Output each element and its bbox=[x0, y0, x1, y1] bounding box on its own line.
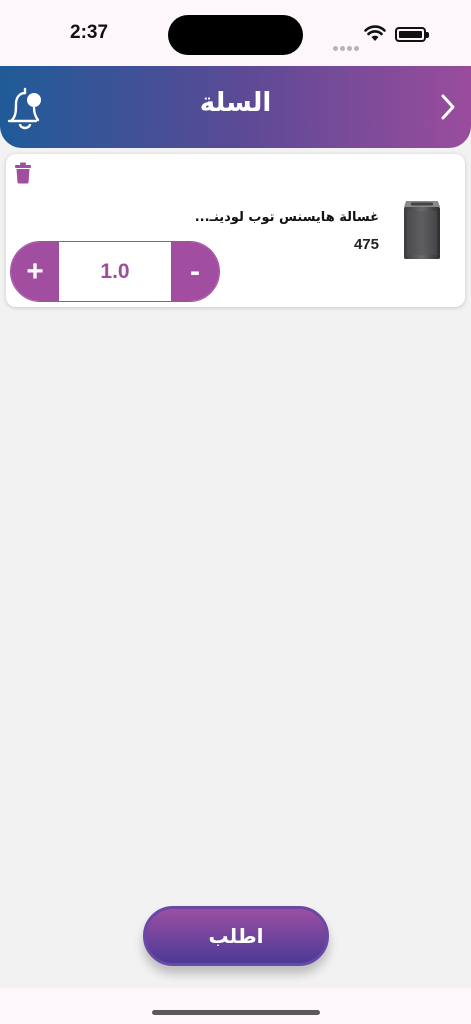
chevron-right-icon bbox=[441, 94, 455, 120]
status-time: 2:37 bbox=[70, 22, 109, 43]
back-button[interactable] bbox=[433, 90, 463, 124]
cellular-signal-icon bbox=[333, 36, 361, 55]
cart-item-card: غسالة هايسنس توب لودينـ... 475 + 1.0 - bbox=[6, 154, 465, 307]
product-price: 475 bbox=[353, 236, 379, 253]
delete-item-button[interactable] bbox=[14, 162, 32, 184]
trash-icon bbox=[15, 162, 31, 184]
page-title: السلة bbox=[199, 88, 272, 118]
quantity-stepper: + 1.0 - bbox=[10, 241, 220, 302]
decrement-button[interactable]: - bbox=[171, 242, 219, 301]
wifi-icon bbox=[364, 25, 386, 41]
app-header: السلة bbox=[0, 66, 471, 148]
order-button[interactable]: اطلب bbox=[143, 906, 329, 966]
quantity-value: 1.0 bbox=[59, 242, 171, 301]
dynamic-island bbox=[168, 15, 303, 55]
home-bar-area bbox=[0, 988, 471, 1024]
home-indicator[interactable] bbox=[152, 1010, 320, 1015]
status-bar: 2:37 bbox=[0, 0, 471, 68]
increment-button[interactable]: + bbox=[11, 242, 59, 301]
washing-machine-image bbox=[404, 201, 440, 259]
product-name: غسالة هايسنس توب لودينـ... bbox=[194, 210, 379, 225]
battery-icon bbox=[395, 27, 429, 42]
